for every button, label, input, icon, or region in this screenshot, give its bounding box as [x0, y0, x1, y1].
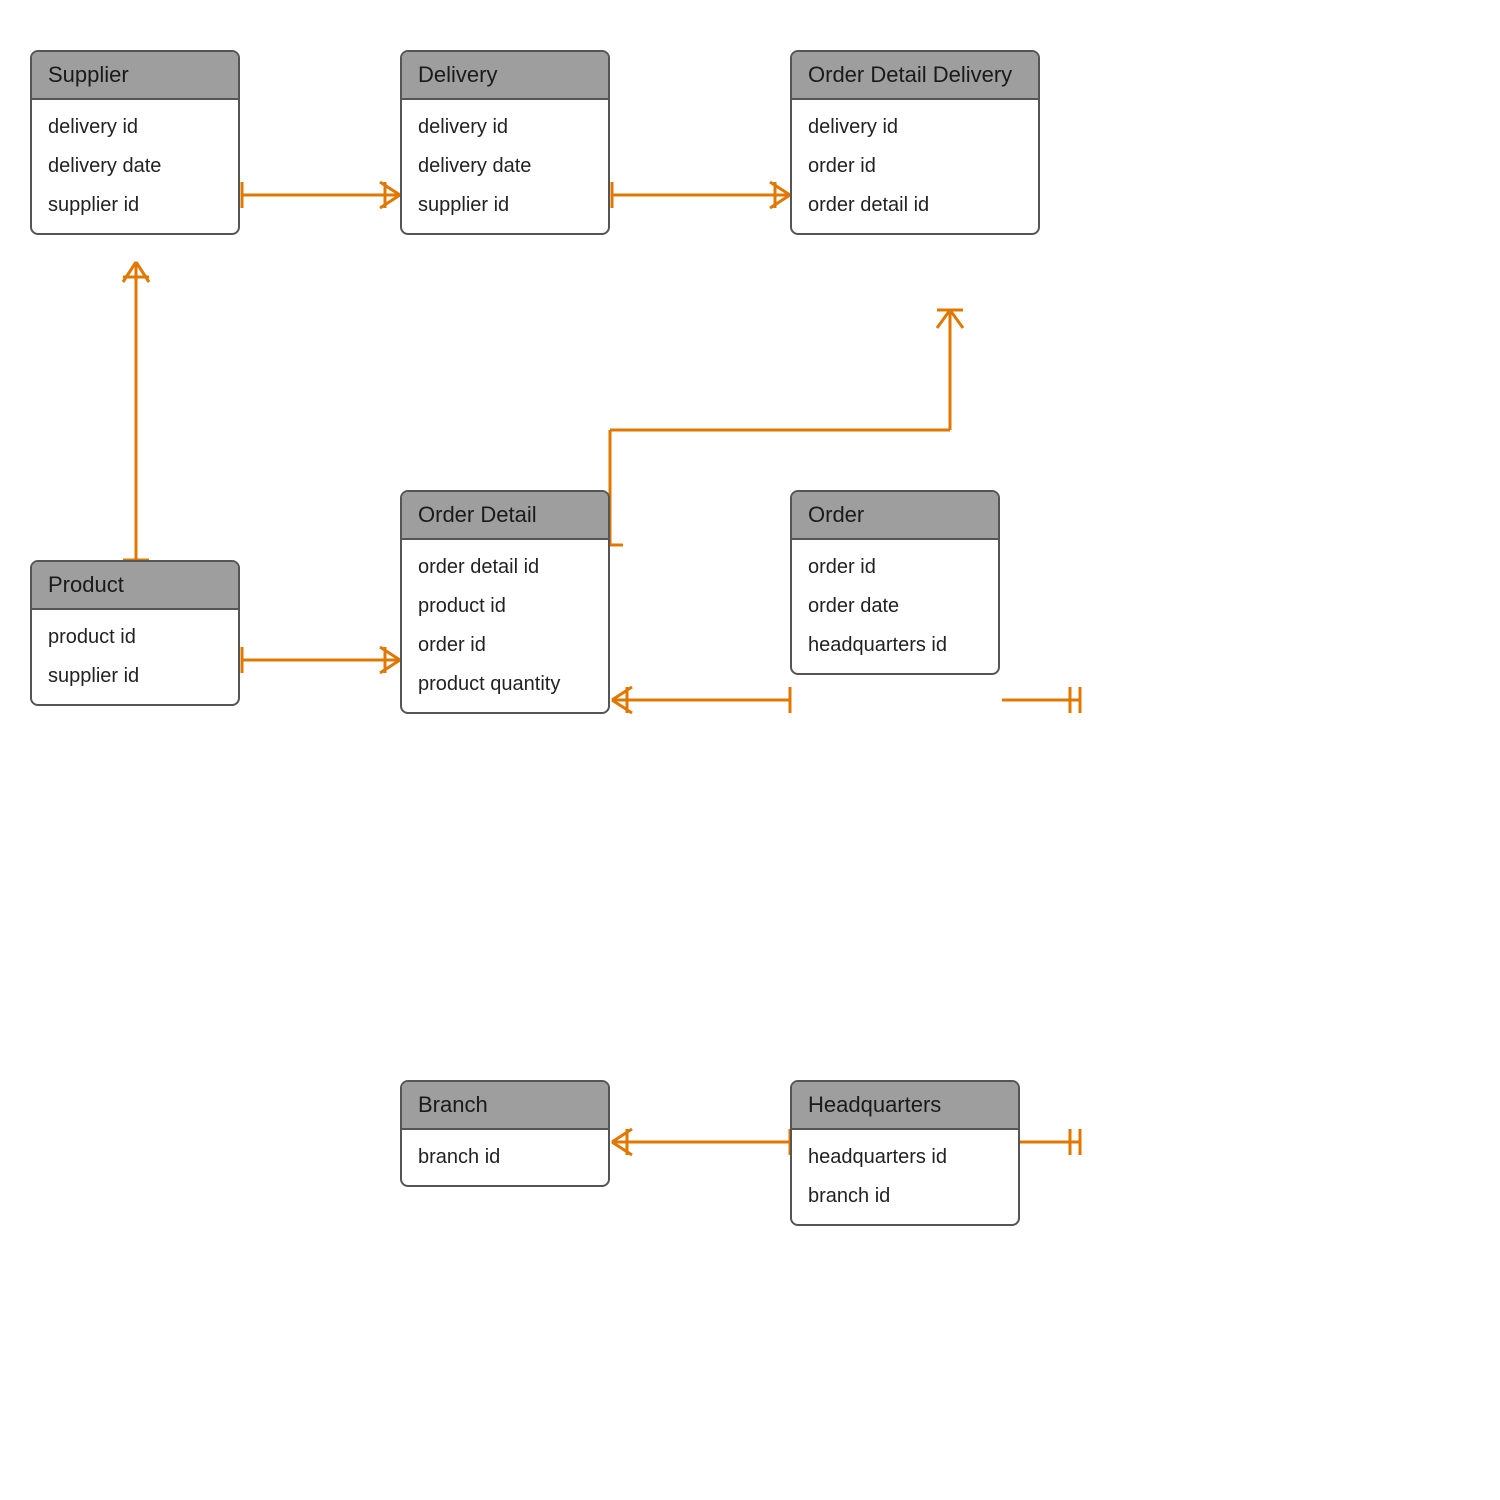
supplier-table-body: delivery id delivery date supplier id	[32, 100, 238, 233]
delivery-field-1: delivery date	[418, 147, 592, 186]
order-detail-delivery-field-0: delivery id	[808, 108, 1022, 147]
headquarters-table-body: headquarters id branch id	[792, 1130, 1018, 1224]
order-field-0: order id	[808, 548, 982, 587]
delivery-table-header: Delivery	[402, 52, 608, 100]
order-detail-field-0: order detail id	[418, 548, 592, 587]
delivery-field-2: supplier id	[418, 186, 592, 225]
product-table: Product product id supplier id	[30, 560, 240, 706]
supplier-table-header: Supplier	[32, 52, 238, 100]
order-detail-table-body: order detail id product id order id prod…	[402, 540, 608, 712]
headquarters-field-0: headquarters id	[808, 1138, 1002, 1177]
order-detail-field-2: order id	[418, 626, 592, 665]
branch-table-body: branch id	[402, 1130, 608, 1185]
headquarters-table: Headquarters headquarters id branch id	[790, 1080, 1020, 1226]
order-detail-delivery-field-2: order detail id	[808, 186, 1022, 225]
product-table-body: product id supplier id	[32, 610, 238, 704]
product-field-0: product id	[48, 618, 222, 657]
supplier-table: Supplier delivery id delivery date suppl…	[30, 50, 240, 235]
order-detail-delivery-field-1: order id	[808, 147, 1022, 186]
order-detail-field-1: product id	[418, 587, 592, 626]
order-table: Order order id order date headquarters i…	[790, 490, 1000, 675]
supplier-field-0: delivery id	[48, 108, 222, 147]
supplier-field-2: supplier id	[48, 186, 222, 225]
order-detail-delivery-table: Order Detail Delivery delivery id order …	[790, 50, 1040, 235]
branch-table-header: Branch	[402, 1082, 608, 1130]
delivery-table: Delivery delivery id delivery date suppl…	[400, 50, 610, 235]
product-field-1: supplier id	[48, 657, 222, 696]
order-table-body: order id order date headquarters id	[792, 540, 998, 673]
order-table-header: Order	[792, 492, 998, 540]
order-detail-field-3: product quantity	[418, 665, 592, 704]
order-detail-table: Order Detail order detail id product id …	[400, 490, 610, 714]
order-detail-delivery-table-header: Order Detail Delivery	[792, 52, 1038, 100]
branch-table: Branch branch id	[400, 1080, 610, 1187]
order-field-1: order date	[808, 587, 982, 626]
order-detail-table-header: Order Detail	[402, 492, 608, 540]
delivery-table-body: delivery id delivery date supplier id	[402, 100, 608, 233]
supplier-field-1: delivery date	[48, 147, 222, 186]
branch-field-0: branch id	[418, 1138, 592, 1177]
headquarters-table-header: Headquarters	[792, 1082, 1018, 1130]
delivery-field-0: delivery id	[418, 108, 592, 147]
product-table-header: Product	[32, 562, 238, 610]
order-field-2: headquarters id	[808, 626, 982, 665]
order-detail-delivery-table-body: delivery id order id order detail id	[792, 100, 1038, 233]
headquarters-field-1: branch id	[808, 1177, 1002, 1216]
